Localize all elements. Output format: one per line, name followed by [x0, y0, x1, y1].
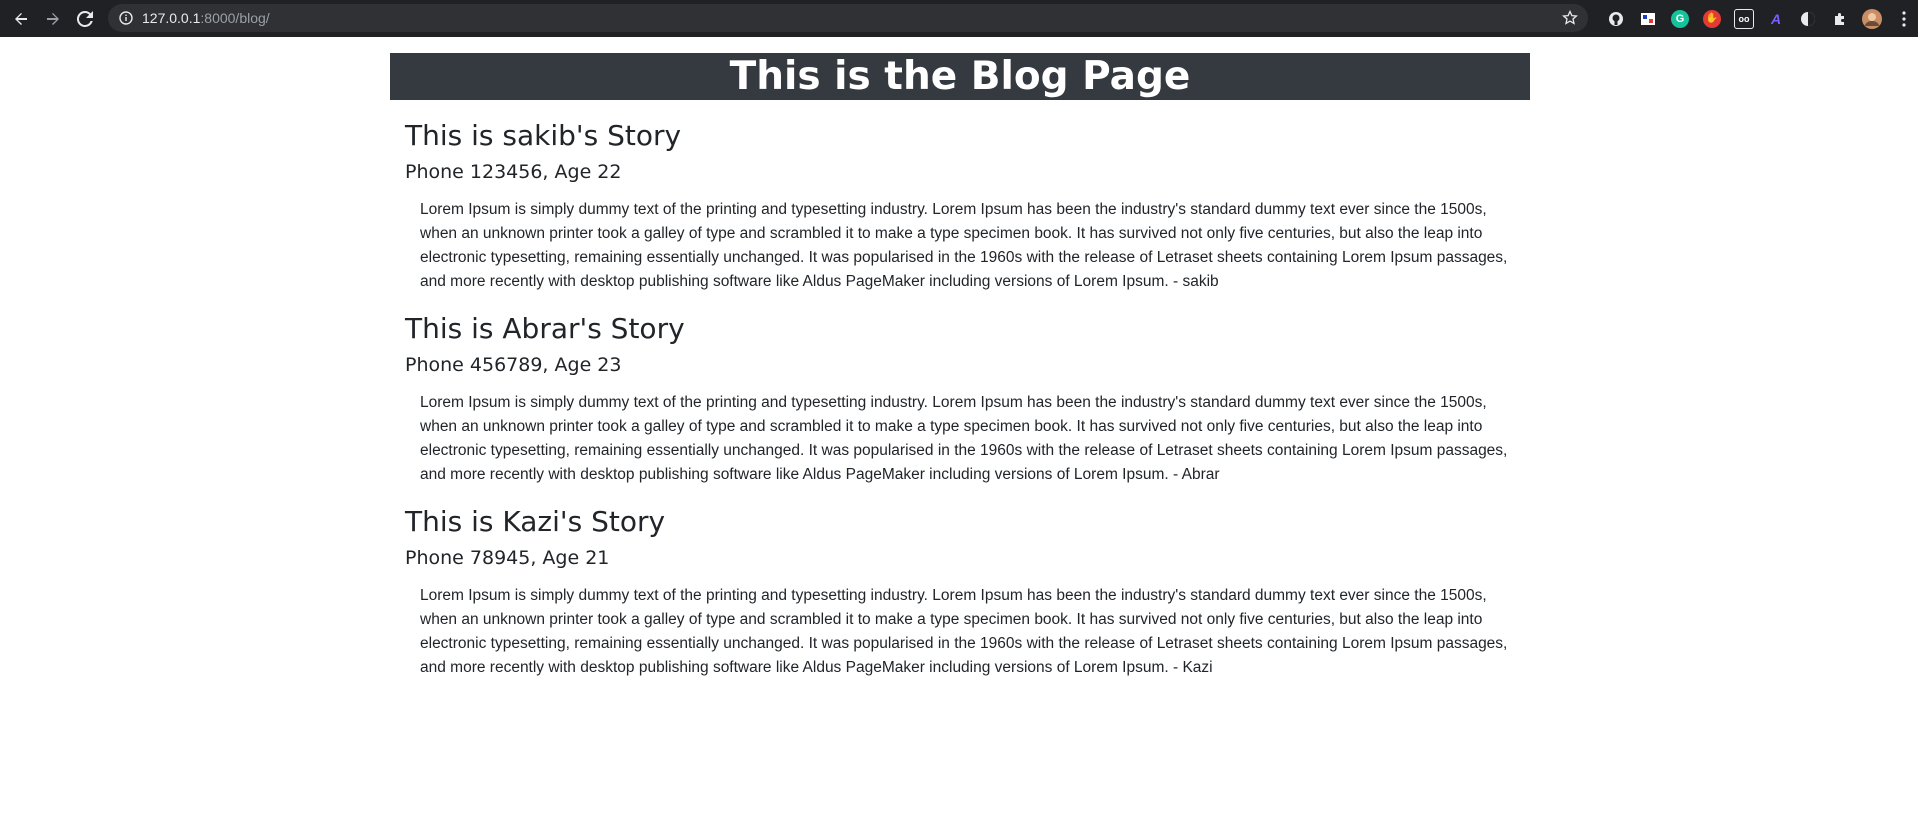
menu-dots-icon[interactable] [1888, 3, 1918, 35]
page-title: This is the Blog Page [729, 54, 1191, 99]
story-meta: Phone 78945, Age 21 [405, 547, 610, 569]
grammarly-extension-icon[interactable]: G [1664, 3, 1696, 35]
bookmark-star-icon[interactable] [1562, 9, 1578, 30]
url-host: 127.0.0.1 [142, 10, 201, 26]
url-text[interactable]: 127.0.0.1:8000/blog/ [142, 10, 270, 26]
reload-button[interactable] [69, 3, 101, 35]
story-item: This is Abrar's Story Phone 456789, Age … [405, 309, 1515, 502]
arrow-left-icon [15, 12, 27, 25]
story-meta: Phone 123456, Age 22 [405, 161, 622, 183]
url-path: :8000/blog/ [200, 10, 270, 26]
extensions-bar: G ✋ oo A [1600, 0, 1918, 37]
story-text: Lorem Ipsum is simply dummy text of the … [420, 587, 1508, 676]
puzzle-extension-icon[interactable] [1824, 3, 1856, 35]
story-title: This is sakib's Story [405, 119, 682, 152]
font-extension-icon[interactable]: A [1760, 3, 1792, 35]
flag-extension-icon[interactable] [1632, 3, 1664, 35]
profile-avatar[interactable] [1856, 3, 1888, 35]
story-title: This is Abrar's Story [405, 312, 685, 345]
story-item: This is sakib's Story Phone 123456, Age … [405, 116, 1515, 309]
info-icon[interactable] [118, 10, 134, 26]
reload-icon [77, 10, 93, 27]
hand-extension-icon[interactable]: ✋ [1696, 3, 1728, 35]
story-item: This is Kazi's Story Phone 78945, Age 21… [405, 502, 1515, 695]
story-meta: Phone 456789, Age 23 [405, 354, 622, 376]
browser-toolbar: 127.0.0.1:8000/blog/ G ✋ oo A [0, 0, 1918, 37]
page-header: This is the Blog Page [390, 53, 1530, 100]
forward-button[interactable] [37, 3, 69, 35]
back-button[interactable] [5, 3, 37, 35]
glasses-extension-icon[interactable]: oo [1728, 3, 1760, 35]
story-list: This is sakib's Story Phone 123456, Age … [405, 116, 1515, 695]
address-bar[interactable]: 127.0.0.1:8000/blog/ [108, 4, 1588, 32]
story-title: This is Kazi's Story [405, 505, 666, 538]
circle-extension-icon[interactable] [1792, 3, 1824, 35]
arrow-right-icon [47, 12, 59, 25]
github-extension-icon[interactable] [1600, 3, 1632, 35]
story-text: Lorem Ipsum is simply dummy text of the … [420, 394, 1508, 483]
story-text: Lorem Ipsum is simply dummy text of the … [420, 201, 1508, 290]
